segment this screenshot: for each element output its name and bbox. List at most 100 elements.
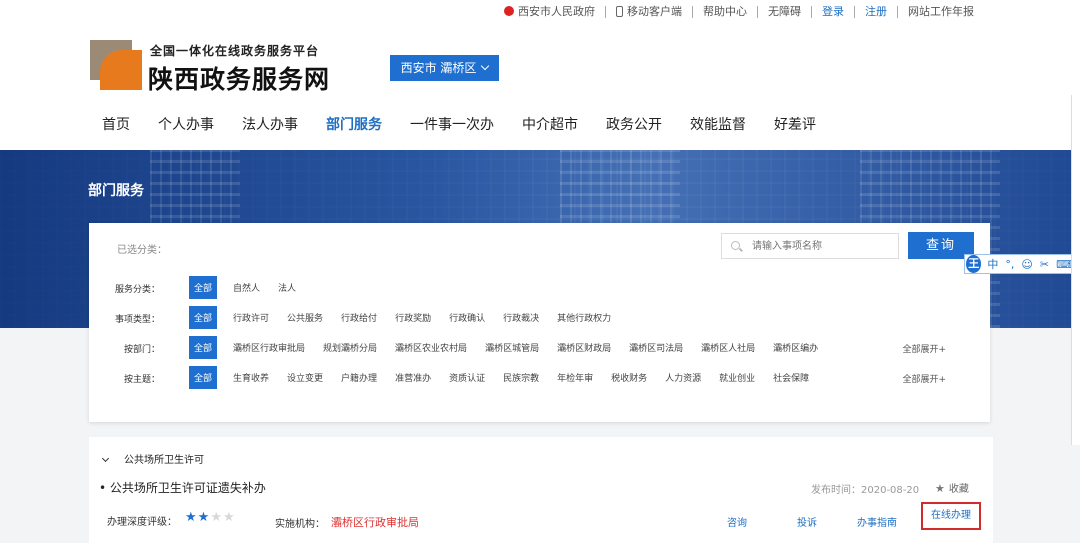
- top-links-bar: 西安市人民政府 移动客户端 帮助中心 无障碍 登录 注册 网站工作年报: [0, 0, 1080, 26]
- site-logo-icon[interactable]: [90, 40, 142, 92]
- filter-option[interactable]: 税收财务: [611, 371, 647, 384]
- nav-legal-person[interactable]: 法人办事: [228, 114, 312, 134]
- ime-logo-icon[interactable]: 王: [966, 255, 982, 273]
- filter-label: 事项类型：: [115, 315, 161, 325]
- nav-rating[interactable]: 好差评: [760, 114, 830, 134]
- mobile-link-label: 移动客户端: [627, 5, 682, 18]
- main-nav: 首页 个人办事 法人办事 部门服务 一件事一次办 中介超市 政务公开 效能监督 …: [88, 114, 830, 134]
- filter-option[interactable]: 民族宗教: [503, 371, 539, 384]
- filter-option[interactable]: 规划灞桥分局: [323, 341, 377, 354]
- filter-option[interactable]: 资质认证: [449, 371, 485, 384]
- filter-option[interactable]: 行政许可: [233, 311, 269, 324]
- nav-department[interactable]: 部门服务: [312, 114, 396, 134]
- filter-option-all[interactable]: 全部: [189, 305, 218, 329]
- guide-link[interactable]: 办事指南: [857, 514, 897, 529]
- filter-label: 按主题：: [124, 375, 161, 385]
- register-link[interactable]: 注册: [855, 6, 898, 18]
- emblem-icon: [504, 6, 514, 16]
- annual-report-link[interactable]: 网站工作年报: [898, 6, 984, 18]
- filter-option[interactable]: 法人: [278, 281, 296, 294]
- accessibility-link[interactable]: 无障碍: [758, 6, 812, 18]
- ime-lang-toggle[interactable]: 中: [987, 256, 998, 272]
- filter-option[interactable]: 灞桥区编办: [773, 341, 818, 354]
- filter-option[interactable]: 就业创业: [719, 371, 755, 384]
- ime-toolbar[interactable]: 王 中 °, ☺ ✂ ⌨: [964, 254, 1080, 274]
- star-empty-icon: ★: [222, 510, 236, 525]
- filter-option[interactable]: 户籍办理: [341, 371, 377, 384]
- org-label: 实施机构：: [275, 519, 325, 530]
- punctuation-icon[interactable]: °,: [1005, 258, 1014, 271]
- selected-category-label: 已选分类：: [117, 245, 167, 256]
- expand-all-button[interactable]: 全部展开+: [902, 372, 946, 385]
- nav-personal[interactable]: 个人办事: [144, 114, 228, 134]
- favorite-label: 收藏: [948, 484, 969, 495]
- gov-link-label: 西安市人民政府: [518, 5, 595, 18]
- star-filled-icon: ★: [185, 510, 198, 525]
- publish-date: 发布时间：2020-08-20: [811, 485, 920, 496]
- filter-option[interactable]: 准营准办: [395, 371, 431, 384]
- filter-option[interactable]: 灞桥区财政局: [557, 341, 611, 354]
- nav-gov-open[interactable]: 政务公开: [592, 114, 676, 134]
- star-icon: ★: [935, 482, 945, 495]
- filter-option[interactable]: 年检年审: [557, 371, 593, 384]
- filter-label: 服务分类：: [115, 285, 161, 295]
- help-link[interactable]: 帮助中心: [693, 6, 758, 18]
- filter-option[interactable]: 灞桥区农业农村局: [395, 341, 467, 354]
- depth-rating: ★★★★: [185, 510, 236, 525]
- favorite-button[interactable]: ★ 收藏: [935, 480, 969, 495]
- filter-option[interactable]: 行政奖励: [395, 311, 431, 324]
- filter-option[interactable]: 公共服务: [287, 311, 323, 324]
- chevron-down-icon: [481, 61, 490, 71]
- filter-option[interactable]: 行政确认: [449, 311, 485, 324]
- filter-row-theme: 按主题： 全部 生育收养 设立变更 户籍办理 准营准办 资质认证 民族宗教 年检…: [89, 365, 990, 389]
- gov-link[interactable]: 西安市人民政府: [494, 6, 606, 18]
- expand-all-button[interactable]: 全部展开+: [902, 342, 946, 355]
- category-title: 公共场所卫生许可: [124, 455, 204, 466]
- login-link[interactable]: 登录: [812, 6, 855, 18]
- nav-supervision[interactable]: 效能监督: [676, 114, 760, 134]
- region-label: 西安市 灞桥区: [400, 61, 477, 75]
- region-selector[interactable]: 西安市 灞桥区: [390, 55, 499, 81]
- online-handle-button[interactable]: 在线办理: [921, 502, 981, 530]
- star-empty-icon: ★: [210, 510, 223, 525]
- category-header[interactable]: 公共场所卫生许可: [101, 451, 204, 466]
- top-links: 西安市人民政府 移动客户端 帮助中心 无障碍 登录 注册 网站工作年报: [494, 6, 984, 18]
- filter-option[interactable]: 灞桥区司法局: [629, 341, 683, 354]
- consult-link[interactable]: 咨询: [727, 514, 747, 529]
- filter-row-department: 按部门： 全部 灞桥区行政审批局 规划灞桥分局 灞桥区农业农村局 灞桥区城管局 …: [89, 335, 990, 359]
- org-value: 灞桥区行政审批局: [331, 516, 419, 529]
- filter-option[interactable]: 社会保障: [773, 371, 809, 384]
- site-header: 全国一体化在线政务服务平台 陕西政务服务网 西安市 灞桥区 首页 个人办事 法人…: [0, 26, 1080, 150]
- item-name-link[interactable]: • 公共场所卫生许可证遗失补办: [99, 479, 266, 496]
- filter-option-all[interactable]: 全部: [189, 275, 218, 299]
- filter-option[interactable]: 灞桥区行政审批局: [233, 341, 305, 354]
- phone-icon: [616, 6, 623, 17]
- filter-option-all[interactable]: 全部: [189, 335, 218, 359]
- result-card: 公共场所卫生许可 • 公共场所卫生许可证遗失补办 发布时间：2020-08-20…: [89, 437, 993, 543]
- filter-option[interactable]: 生育收养: [233, 371, 269, 384]
- nav-one-thing[interactable]: 一件事一次办: [396, 114, 508, 134]
- complain-link[interactable]: 投诉: [797, 514, 817, 529]
- filter-option[interactable]: 行政裁决: [503, 311, 539, 324]
- filter-option[interactable]: 灞桥区人社局: [701, 341, 755, 354]
- nav-agency-market[interactable]: 中介超市: [508, 114, 592, 134]
- filter-option[interactable]: 其他行政权力: [557, 311, 611, 324]
- logo-title[interactable]: 陕西政务服务网: [148, 60, 330, 96]
- scissors-icon[interactable]: ✂: [1040, 258, 1049, 271]
- keyboard-icon[interactable]: ⌨: [1056, 258, 1072, 271]
- filter-option[interactable]: 行政给付: [341, 311, 377, 324]
- chevron-down-icon[interactable]: [101, 454, 110, 463]
- nav-home[interactable]: 首页: [88, 114, 144, 134]
- filter-option[interactable]: 设立变更: [287, 371, 323, 384]
- filter-option[interactable]: 自然人: [233, 281, 260, 294]
- star-filled-icon: ★: [197, 510, 211, 525]
- mobile-link[interactable]: 移动客户端: [606, 6, 693, 18]
- emoji-icon[interactable]: ☺: [1021, 258, 1032, 271]
- filter-panel: 已选分类： 查询 服务分类： 全部 自然人 法人 事项类型： 全部 行政许可 公…: [89, 223, 990, 422]
- filter-option-all[interactable]: 全部: [189, 365, 218, 389]
- search-input[interactable]: [721, 233, 899, 259]
- filter-option[interactable]: 人力资源: [665, 371, 701, 384]
- logo-subtitle: 全国一体化在线政务服务平台: [150, 44, 320, 58]
- filter-option[interactable]: 灞桥区城管局: [485, 341, 539, 354]
- side-panel-edge: [1071, 95, 1080, 445]
